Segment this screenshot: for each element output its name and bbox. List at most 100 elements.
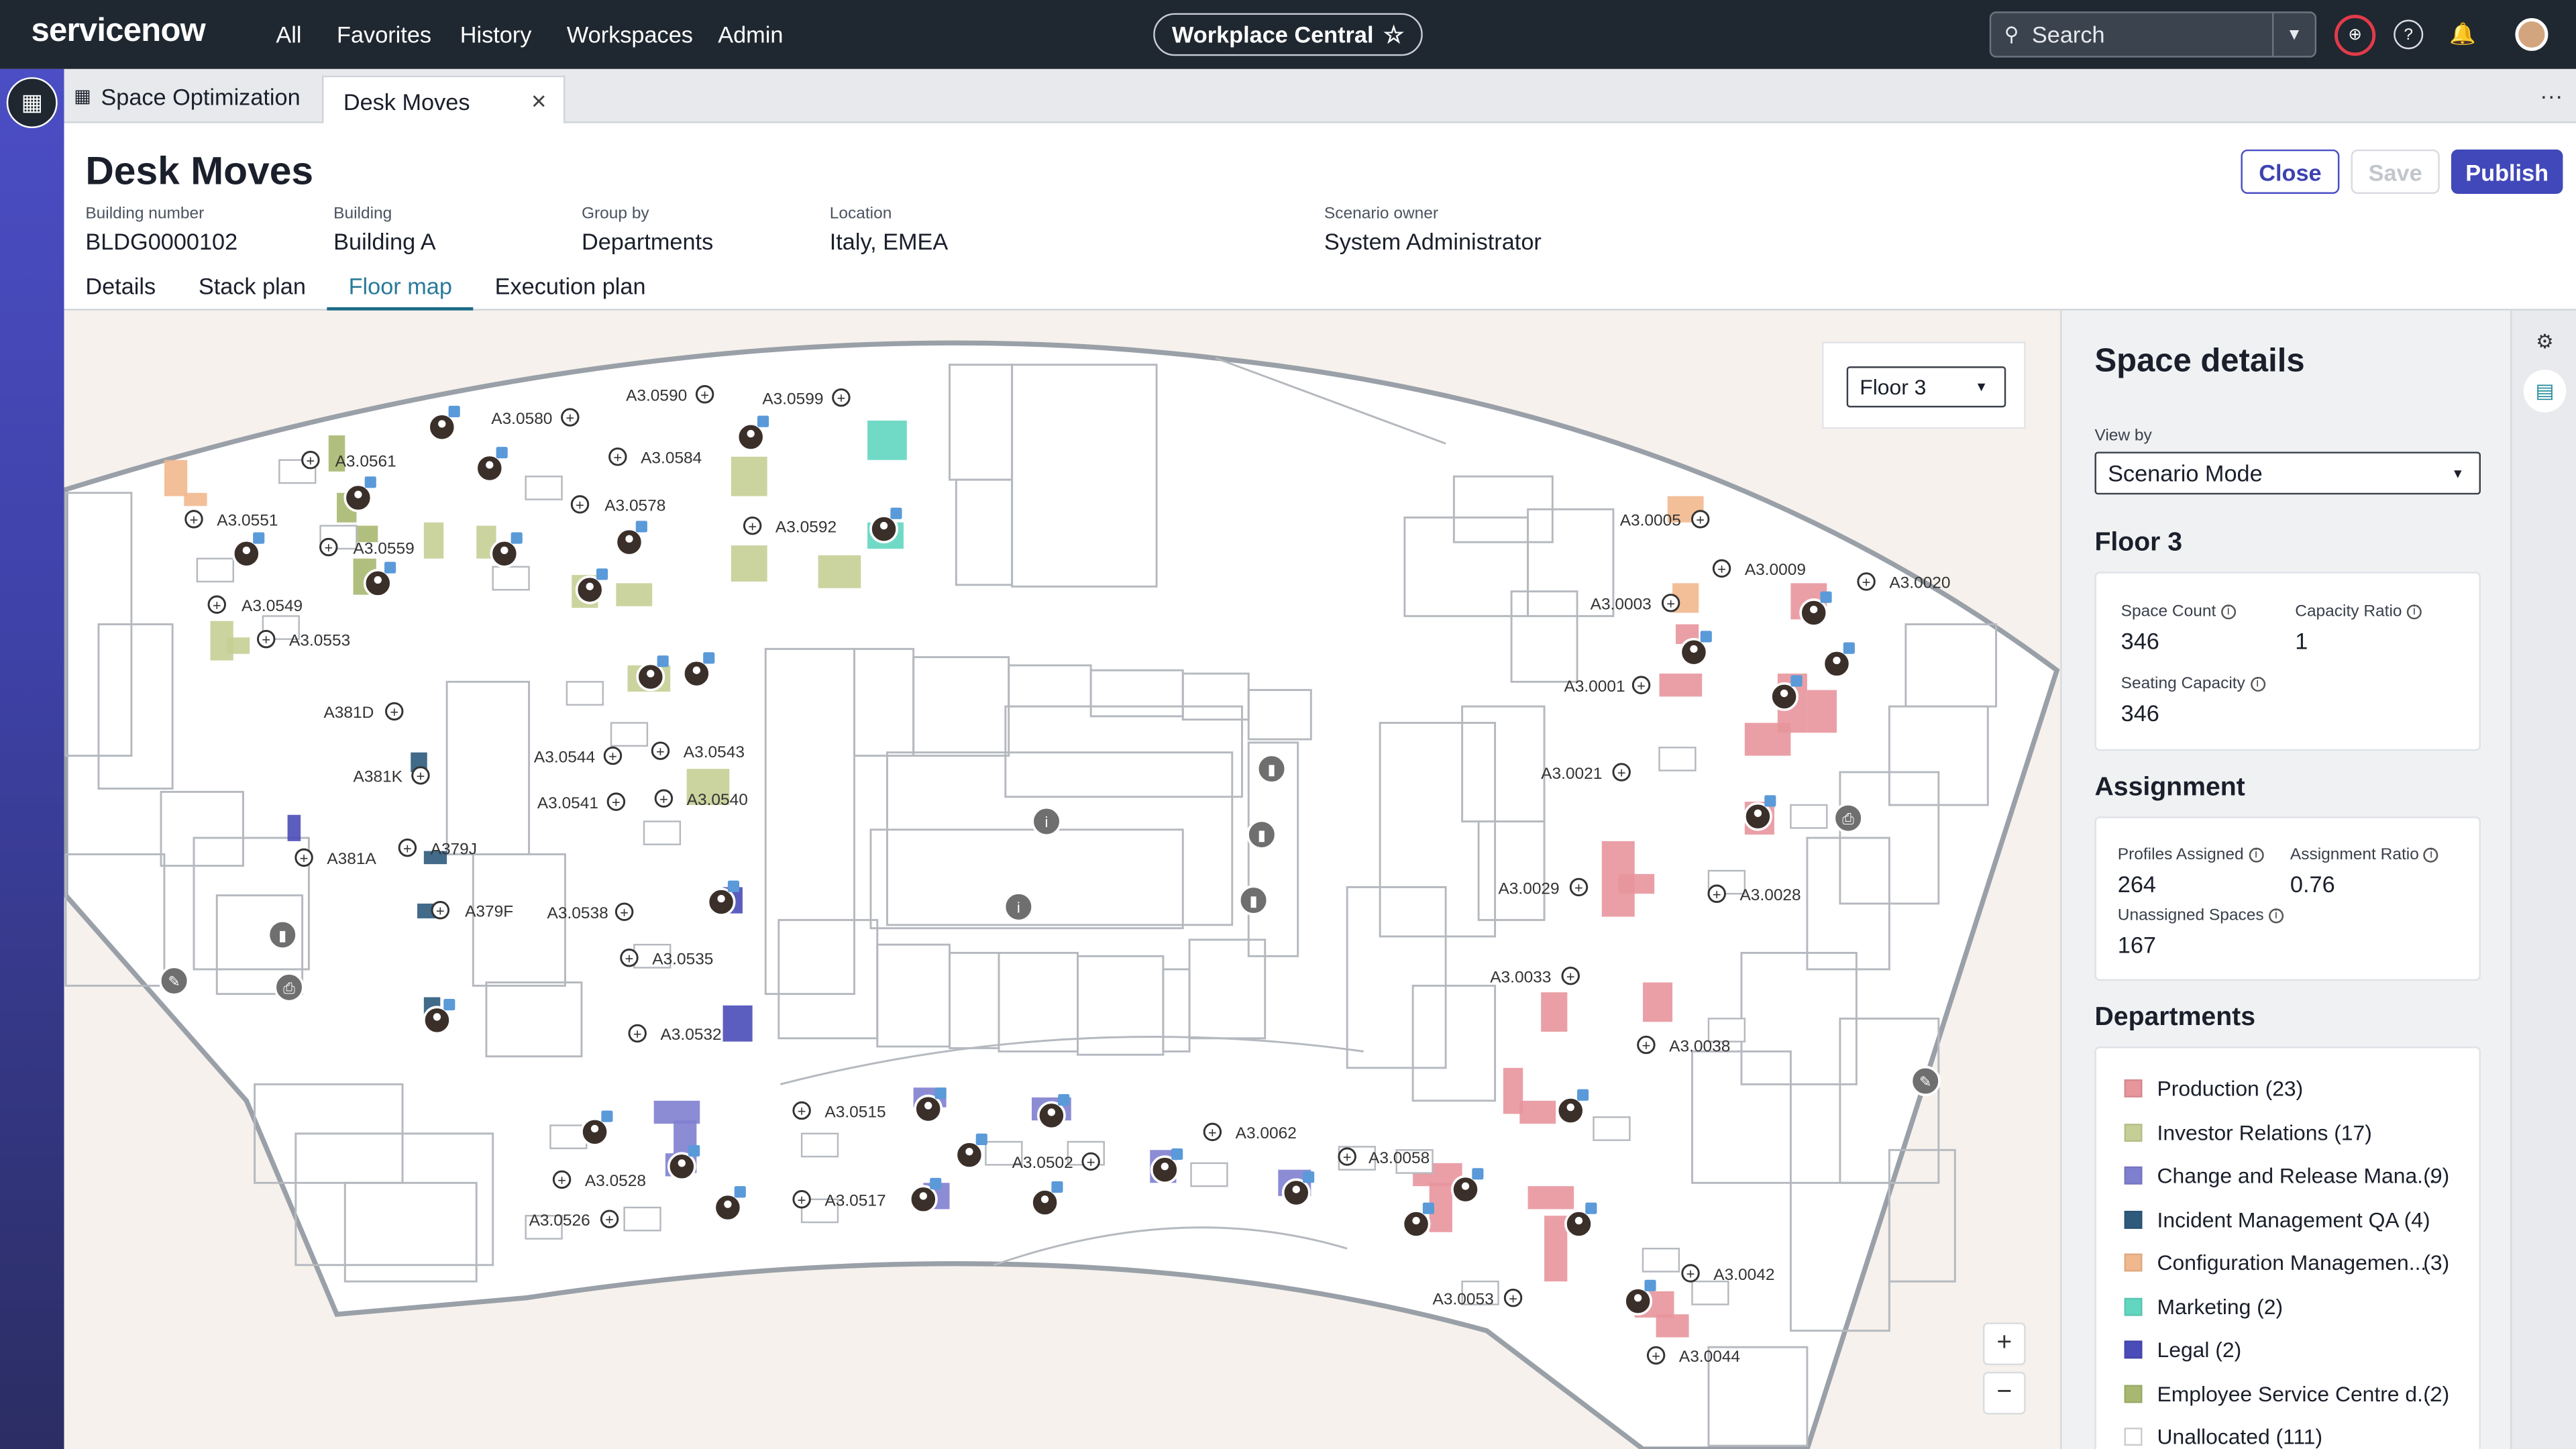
- field-value: BLDG0000102: [85, 228, 238, 255]
- space-details-icon[interactable]: ▤: [2523, 370, 2567, 413]
- tab-stack-plan[interactable]: Stack plan: [177, 273, 327, 311]
- dept-count: (3): [2423, 1249, 2450, 1275]
- space-label: A3.0532: [660, 1026, 721, 1044]
- person-head: [1634, 1294, 1642, 1302]
- space-label: A379J: [431, 840, 477, 858]
- desk-outline: [1691, 1280, 1729, 1305]
- save-button[interactable]: Save: [2351, 149, 2440, 194]
- floor-map[interactable]: A3.0590 + A3.0599 + A3.0580 + A3.0584 + A3.0561 +…: [64, 310, 2061, 1449]
- floor-heading: Floor 3: [2094, 529, 2183, 557]
- search-scope-dropdown[interactable]: ▼: [2271, 13, 2315, 56]
- zoom-in-button[interactable]: +: [1982, 1322, 2026, 1366]
- desk-outline: [610, 722, 649, 747]
- person-head: [724, 1200, 732, 1208]
- dept-configuration[interactable]: Configuration Managemen... (3): [2124, 1247, 2449, 1277]
- user-avatar[interactable]: [2515, 17, 2548, 51]
- person-head: [1690, 645, 1698, 653]
- assignment-stats-card: Profiles Assigned i 264 Assignment Ratio i 0…: [2094, 816, 2481, 981]
- nav-favorites[interactable]: Favorites: [337, 21, 431, 48]
- tab-floor-map[interactable]: Floor map: [327, 273, 474, 311]
- dept-investor-relations[interactable]: Investor Relations (17): [2124, 1117, 2372, 1146]
- desk-fill: [616, 583, 653, 606]
- plus-glyph: +: [1574, 879, 1583, 896]
- space-label: A3.0580: [491, 410, 552, 428]
- star-icon[interactable]: ☆: [1383, 21, 1404, 49]
- dept-employee-service[interactable]: Employee Service Centre d... (2): [2124, 1379, 2449, 1408]
- dept-incident-qa[interactable]: Incident Management QA (4): [2124, 1204, 2430, 1234]
- tab-details[interactable]: Details: [85, 273, 177, 311]
- field-scenario-owner: Scenario owner System Administrator: [1324, 205, 1542, 254]
- field-label: Building: [333, 205, 392, 224]
- pin-badge: [688, 1144, 700, 1157]
- dept-swatch: [2124, 1078, 2143, 1097]
- search-input[interactable]: Search: [2032, 21, 2105, 48]
- workspace-title-pill[interactable]: Workplace Central ☆: [1153, 13, 1423, 56]
- record-header: Desk Moves Building number BLDG0000102 Bu…: [64, 123, 2576, 311]
- plus-glyph: +: [656, 743, 665, 760]
- bell-icon[interactable]: 🔔: [2448, 19, 2477, 49]
- dept-marketing[interactable]: Marketing (2): [2124, 1291, 2284, 1321]
- departments-heading: Departments: [2094, 1004, 2256, 1032]
- dept-unallocated[interactable]: Unallocated (111): [2124, 1421, 2322, 1449]
- info-icon[interactable]: i: [2250, 676, 2265, 692]
- desk-fill: [423, 522, 444, 559]
- field-label: Location: [829, 205, 892, 224]
- info-icon[interactable]: i: [2424, 847, 2439, 863]
- dept-legal[interactable]: Legal (2): [2124, 1334, 2241, 1364]
- dept-name: Incident Management QA (4): [2157, 1206, 2430, 1232]
- zoom-out-button[interactable]: −: [1982, 1371, 2026, 1415]
- more-options-icon[interactable]: ···: [2540, 82, 2563, 108]
- info-icon[interactable]: i: [2406, 604, 2422, 619]
- help-icon[interactable]: ?: [2394, 19, 2424, 50]
- floor-plan-svg[interactable]: A3.0590 + A3.0599 + A3.0580 + A3.0584 + A3.0561 +…: [64, 311, 2061, 1449]
- tab-execution-plan[interactable]: Execution plan: [474, 273, 667, 311]
- nav-workspaces[interactable]: Workspaces: [567, 21, 693, 48]
- person-head: [747, 429, 755, 438]
- desk-outline: [196, 557, 234, 583]
- dept-name: Production (23): [2157, 1075, 2304, 1100]
- person-head: [1461, 1182, 1470, 1190]
- space-label: A3.0584: [641, 449, 702, 468]
- plus-glyph: +: [403, 840, 412, 857]
- floor-select[interactable]: Floor 3 ▼: [1846, 366, 2006, 408]
- pin-badge: [1585, 1202, 1597, 1214]
- info-icon[interactable]: i: [2220, 604, 2236, 619]
- dept-swatch: [2124, 1297, 2143, 1316]
- space-label: A3.0005: [1620, 512, 1681, 530]
- servicenow-logo[interactable]: servicenow: [32, 13, 206, 51]
- dept-swatch: [2124, 1165, 2143, 1184]
- close-tab-icon[interactable]: ✕: [531, 89, 547, 112]
- dept-change-release[interactable]: Change and Release Mana... (9): [2124, 1160, 2449, 1189]
- nav-history[interactable]: History: [460, 21, 532, 48]
- stat-label: Seating Capacity: [2121, 675, 2245, 694]
- view-by-select[interactable]: Scenario Mode ▼: [2094, 451, 2481, 495]
- nav-admin[interactable]: Admin: [718, 21, 783, 48]
- dept-production[interactable]: Production (23): [2124, 1073, 2304, 1102]
- info-icon[interactable]: i: [2248, 847, 2264, 863]
- tab-space-optimization[interactable]: ▦ Space Optimization: [74, 69, 301, 123]
- close-button[interactable]: Close: [2241, 149, 2340, 194]
- plus-glyph: +: [190, 511, 199, 528]
- plus-glyph: +: [625, 950, 634, 967]
- info-icon[interactable]: i: [2268, 908, 2284, 923]
- pin-badge: [1843, 642, 1855, 654]
- pin-badge: [1764, 795, 1776, 807]
- space-label: A3.0515: [824, 1103, 885, 1121]
- space-label: A3.0029: [1498, 879, 1559, 898]
- person-head: [354, 490, 362, 498]
- tab-desk-moves[interactable]: Desk Moves ✕: [322, 75, 566, 125]
- dept-count: (2): [2423, 1381, 2450, 1406]
- plus-glyph: +: [1617, 765, 1626, 782]
- amenity-glyph: i: [1017, 899, 1020, 916]
- publish-button[interactable]: Publish: [2451, 149, 2563, 194]
- amenity-glyph: i: [1045, 814, 1049, 830]
- globe-icon[interactable]: ⊕: [2334, 15, 2376, 56]
- gear-icon[interactable]: ⚙: [2530, 327, 2559, 356]
- plus-glyph: +: [436, 902, 445, 919]
- plus-glyph: +: [300, 850, 309, 867]
- dept-name: Marketing (2): [2157, 1293, 2284, 1319]
- plus-glyph: +: [1717, 561, 1726, 578]
- global-search[interactable]: ⚲ Search ▼: [1989, 11, 2317, 58]
- workspace-home-icon[interactable]: ▦: [6, 77, 58, 129]
- nav-all[interactable]: All: [276, 21, 301, 48]
